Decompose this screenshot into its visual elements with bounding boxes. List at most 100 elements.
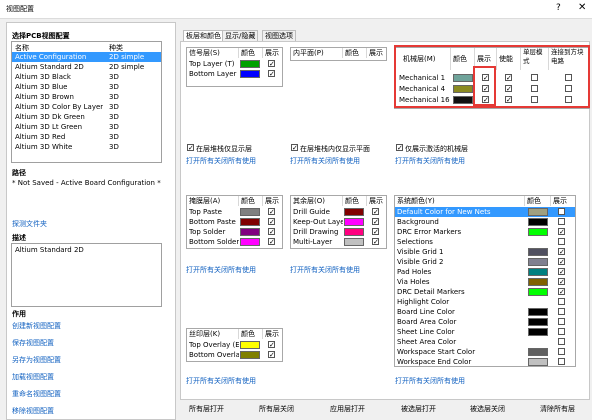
config-row[interactable]: Altium 3D White 3D bbox=[12, 142, 161, 152]
config-list[interactable]: 名称 种类 Active Configuration 2D simple Altiu… bbox=[11, 41, 162, 163]
system-color-swatch[interactable] bbox=[528, 258, 548, 266]
system-color-swatch[interactable] bbox=[528, 278, 548, 286]
silk-show-checkbox[interactable]: ✓ bbox=[268, 351, 275, 359]
system-color-swatch[interactable] bbox=[528, 228, 548, 236]
system-bottom-links[interactable]: 打开所有关闭所有使用 bbox=[395, 376, 465, 386]
system-row[interactable]: Workspace End Color bbox=[395, 357, 575, 367]
mask-row[interactable]: Top Solder ✓ bbox=[187, 227, 282, 237]
other-bottom-links[interactable]: 打开所有关闭所有使用 bbox=[290, 265, 360, 275]
system-color-swatch[interactable] bbox=[528, 288, 548, 296]
other-row[interactable]: Keep-Out Layer ✓ bbox=[291, 217, 386, 227]
action-link[interactable]: 移除视图配置 bbox=[12, 406, 54, 416]
system-color-swatch[interactable] bbox=[528, 268, 548, 276]
mask-color-swatch[interactable] bbox=[240, 238, 260, 246]
system-show-checkbox[interactable] bbox=[558, 358, 565, 365]
signal-color-swatch[interactable] bbox=[240, 60, 260, 68]
opt1-checkbox[interactable]: ✓ bbox=[187, 144, 194, 152]
system-row[interactable]: Highlight Color bbox=[395, 297, 575, 307]
bottom-action-button[interactable]: 清除所有层 bbox=[540, 404, 575, 414]
mask-row[interactable]: Top Paste ✓ bbox=[187, 207, 282, 217]
mask-color-swatch[interactable] bbox=[240, 228, 260, 236]
close-icon[interactable]: ✕ bbox=[578, 2, 586, 13]
system-show-checkbox[interactable] bbox=[558, 308, 565, 315]
signal-row[interactable]: Bottom Layer (B) ✓ bbox=[187, 69, 282, 79]
system-show-checkbox[interactable]: ✓ bbox=[558, 268, 565, 276]
silk-bottom-links[interactable]: 打开所有关闭所有使用 bbox=[186, 376, 256, 386]
action-link[interactable]: 保存视图配置 bbox=[12, 338, 54, 348]
config-row[interactable]: Active Configuration 2D simple bbox=[12, 52, 161, 62]
system-show-checkbox[interactable] bbox=[558, 318, 565, 325]
config-row[interactable]: Altium 3D Blue 3D bbox=[12, 82, 161, 92]
system-row[interactable]: Workspace Start Color bbox=[395, 347, 575, 357]
config-row[interactable]: Altium 3D Red 3D bbox=[12, 132, 161, 142]
other-toggle-links[interactable]: 打开所有关闭所有使用 bbox=[290, 156, 360, 166]
system-row[interactable]: Pad Holes ✓ bbox=[395, 267, 575, 277]
explore-folder-link[interactable]: 探测文件夹 bbox=[12, 219, 47, 229]
config-row[interactable]: Altium 3D Black 3D bbox=[12, 72, 161, 82]
bottom-action-button[interactable]: 应用层打开 bbox=[330, 404, 365, 414]
other-show-checkbox[interactable]: ✓ bbox=[372, 228, 379, 236]
silk-row[interactable]: Bottom Overlay (R) ✓ bbox=[187, 350, 282, 360]
system-row[interactable]: Sheet Area Color bbox=[395, 337, 575, 347]
action-link[interactable]: 创建新视图配置 bbox=[12, 321, 61, 331]
system-color-swatch[interactable] bbox=[528, 248, 548, 256]
system-show-checkbox[interactable]: ✓ bbox=[558, 228, 565, 236]
opt2-checkbox[interactable]: ✓ bbox=[291, 144, 298, 152]
system-show-checkbox[interactable] bbox=[558, 338, 565, 345]
other-color-swatch[interactable] bbox=[344, 228, 364, 236]
config-row[interactable]: Altium 3D Dk Green 3D bbox=[12, 112, 161, 122]
mask-color-swatch[interactable] bbox=[240, 208, 260, 216]
other-color-swatch[interactable] bbox=[344, 238, 364, 246]
signal-show-checkbox[interactable]: ✓ bbox=[268, 60, 275, 68]
system-color-swatch[interactable] bbox=[528, 358, 548, 366]
system-row[interactable]: Background bbox=[395, 217, 575, 227]
bottom-action-button[interactable]: 所有层关闭 bbox=[259, 404, 294, 414]
system-color-swatch[interactable] bbox=[528, 208, 548, 216]
system-show-checkbox[interactable]: ✓ bbox=[558, 248, 565, 256]
system-row[interactable]: Selections bbox=[395, 237, 575, 247]
bottom-action-button[interactable]: 被选层打开 bbox=[401, 404, 436, 414]
action-link[interactable]: 另存为视图配置 bbox=[12, 355, 61, 365]
bottom-action-button[interactable]: 被选层关闭 bbox=[470, 404, 505, 414]
mask-row[interactable]: Bottom Paste ✓ bbox=[187, 217, 282, 227]
system-show-checkbox[interactable] bbox=[558, 238, 565, 245]
signal-row[interactable]: Top Layer (T) ✓ bbox=[187, 59, 282, 69]
mask-row[interactable]: Bottom Solder ✓ bbox=[187, 237, 282, 247]
system-color-swatch[interactable] bbox=[528, 308, 548, 316]
mask-show-checkbox[interactable]: ✓ bbox=[268, 208, 275, 216]
silk-color-swatch[interactable] bbox=[240, 351, 260, 359]
other-row[interactable]: Drill Drawing ✓ bbox=[291, 227, 386, 237]
description-box[interactable]: Altium Standard 2D bbox=[11, 243, 162, 307]
other-row[interactable]: Multi-Layer ✓ bbox=[291, 237, 386, 247]
system-show-checkbox[interactable] bbox=[558, 218, 565, 225]
other-color-swatch[interactable] bbox=[344, 208, 364, 216]
system-row[interactable]: Default Color for New Nets ✓ bbox=[395, 207, 575, 217]
signal-show-checkbox[interactable]: ✓ bbox=[268, 70, 275, 78]
mask-toggle-links[interactable]: 打开所有关闭所有使用 bbox=[186, 156, 256, 166]
silk-show-checkbox[interactable]: ✓ bbox=[268, 341, 275, 349]
system-show-checkbox[interactable]: ✓ bbox=[558, 208, 565, 216]
system-show-checkbox[interactable] bbox=[558, 348, 565, 355]
config-row[interactable]: Altium 3D Color By Layer 3D bbox=[12, 102, 161, 112]
system-show-checkbox[interactable]: ✓ bbox=[558, 278, 565, 286]
tab-layers-colors[interactable]: 板层和颜色 bbox=[183, 30, 224, 41]
system-row[interactable]: Board Line Color bbox=[395, 307, 575, 317]
mask-show-checkbox[interactable]: ✓ bbox=[268, 228, 275, 236]
mask-show-checkbox[interactable]: ✓ bbox=[268, 218, 275, 226]
system-show-checkbox[interactable] bbox=[558, 328, 565, 335]
system-toggle-links[interactable]: 打开所有关闭所有使用 bbox=[395, 156, 465, 166]
mask-bottom-links[interactable]: 打开所有关闭所有使用 bbox=[186, 265, 256, 275]
bottom-action-button[interactable]: 所有层打开 bbox=[189, 404, 224, 414]
config-row[interactable]: Altium 3D Brown 3D bbox=[12, 92, 161, 102]
action-link[interactable]: 重命名视图配置 bbox=[12, 389, 61, 399]
mask-color-swatch[interactable] bbox=[240, 218, 260, 226]
signal-color-swatch[interactable] bbox=[240, 70, 260, 78]
other-show-checkbox[interactable]: ✓ bbox=[372, 238, 379, 246]
tab-view-options[interactable]: 视图选项 bbox=[262, 30, 296, 41]
system-row[interactable]: Visible Grid 1 ✓ bbox=[395, 247, 575, 257]
system-row[interactable]: DRC Detail Markers ✓ bbox=[395, 287, 575, 297]
mask-show-checkbox[interactable]: ✓ bbox=[268, 238, 275, 246]
silk-row[interactable]: Top Overlay (E) ✓ bbox=[187, 340, 282, 350]
other-row[interactable]: Drill Guide ✓ bbox=[291, 207, 386, 217]
help-icon[interactable]: ? bbox=[556, 3, 561, 13]
